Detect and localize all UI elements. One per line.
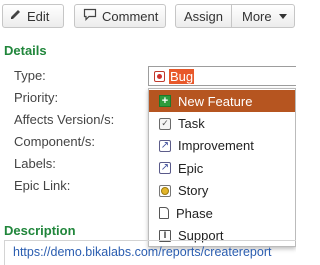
assign-button-label: Assign — [183, 8, 224, 24]
task-icon: ✓ — [159, 117, 171, 130]
epic-link-label: Epic Link: — [14, 178, 71, 193]
option-label: Improvement — [178, 138, 254, 154]
edit-button-label: Edit — [27, 8, 50, 24]
affects-versions-label: Affects Version/s: — [14, 112, 115, 127]
priority-label: Priority: — [14, 90, 59, 105]
improvement-icon: ↗ — [159, 139, 171, 152]
issue-type-option-improvement[interactable]: ↗ Improvement — [149, 135, 295, 157]
issue-type-option-new-feature[interactable]: + New Feature — [149, 90, 295, 113]
type-label: Type: — [14, 68, 46, 83]
chevron-down-icon — [278, 13, 287, 19]
assign-button[interactable]: Assign — [175, 4, 232, 28]
more-button-label: More — [242, 8, 272, 24]
issue-view: Edit Comment Assign More Details Type: P… — [0, 0, 296, 265]
speech-bubble-icon — [83, 8, 97, 24]
option-label: Task — [178, 116, 205, 132]
description-link[interactable]: https://demo.bikalabs.com/reports/create… — [13, 245, 271, 259]
issue-type-value: Bug — [169, 68, 195, 84]
bug-icon — [154, 70, 165, 82]
new-feature-icon: + — [159, 95, 171, 108]
phase-icon — [159, 207, 169, 220]
issue-type-dropdown: + New Feature ✓ Task ↗ Improvement ↗ Epi… — [148, 88, 296, 247]
more-button[interactable]: More — [231, 4, 295, 28]
issue-type-option-phase[interactable]: Phase — [149, 202, 295, 224]
option-label: Phase — [176, 205, 213, 221]
comment-button-label: Comment — [102, 8, 159, 24]
epic-icon: ↗ — [159, 162, 171, 175]
components-label: Component/s: — [14, 134, 95, 149]
option-label: Story — [178, 183, 209, 199]
edit-button[interactable]: Edit — [2, 4, 64, 28]
option-label: Epic — [178, 160, 204, 176]
comment-button[interactable]: Comment — [74, 4, 166, 28]
story-icon — [159, 184, 171, 197]
issue-type-option-task[interactable]: ✓ Task — [149, 112, 295, 134]
details-heading: Details — [4, 43, 47, 58]
description-heading: Description — [4, 223, 76, 238]
labels-label: Labels: — [14, 156, 56, 171]
issue-type-select[interactable]: Bug — [148, 66, 296, 86]
pencil-icon — [9, 8, 22, 24]
option-label: New Feature — [178, 93, 253, 109]
issue-type-option-story[interactable]: Story — [149, 180, 295, 202]
issue-type-option-epic[interactable]: ↗ Epic — [149, 157, 295, 179]
